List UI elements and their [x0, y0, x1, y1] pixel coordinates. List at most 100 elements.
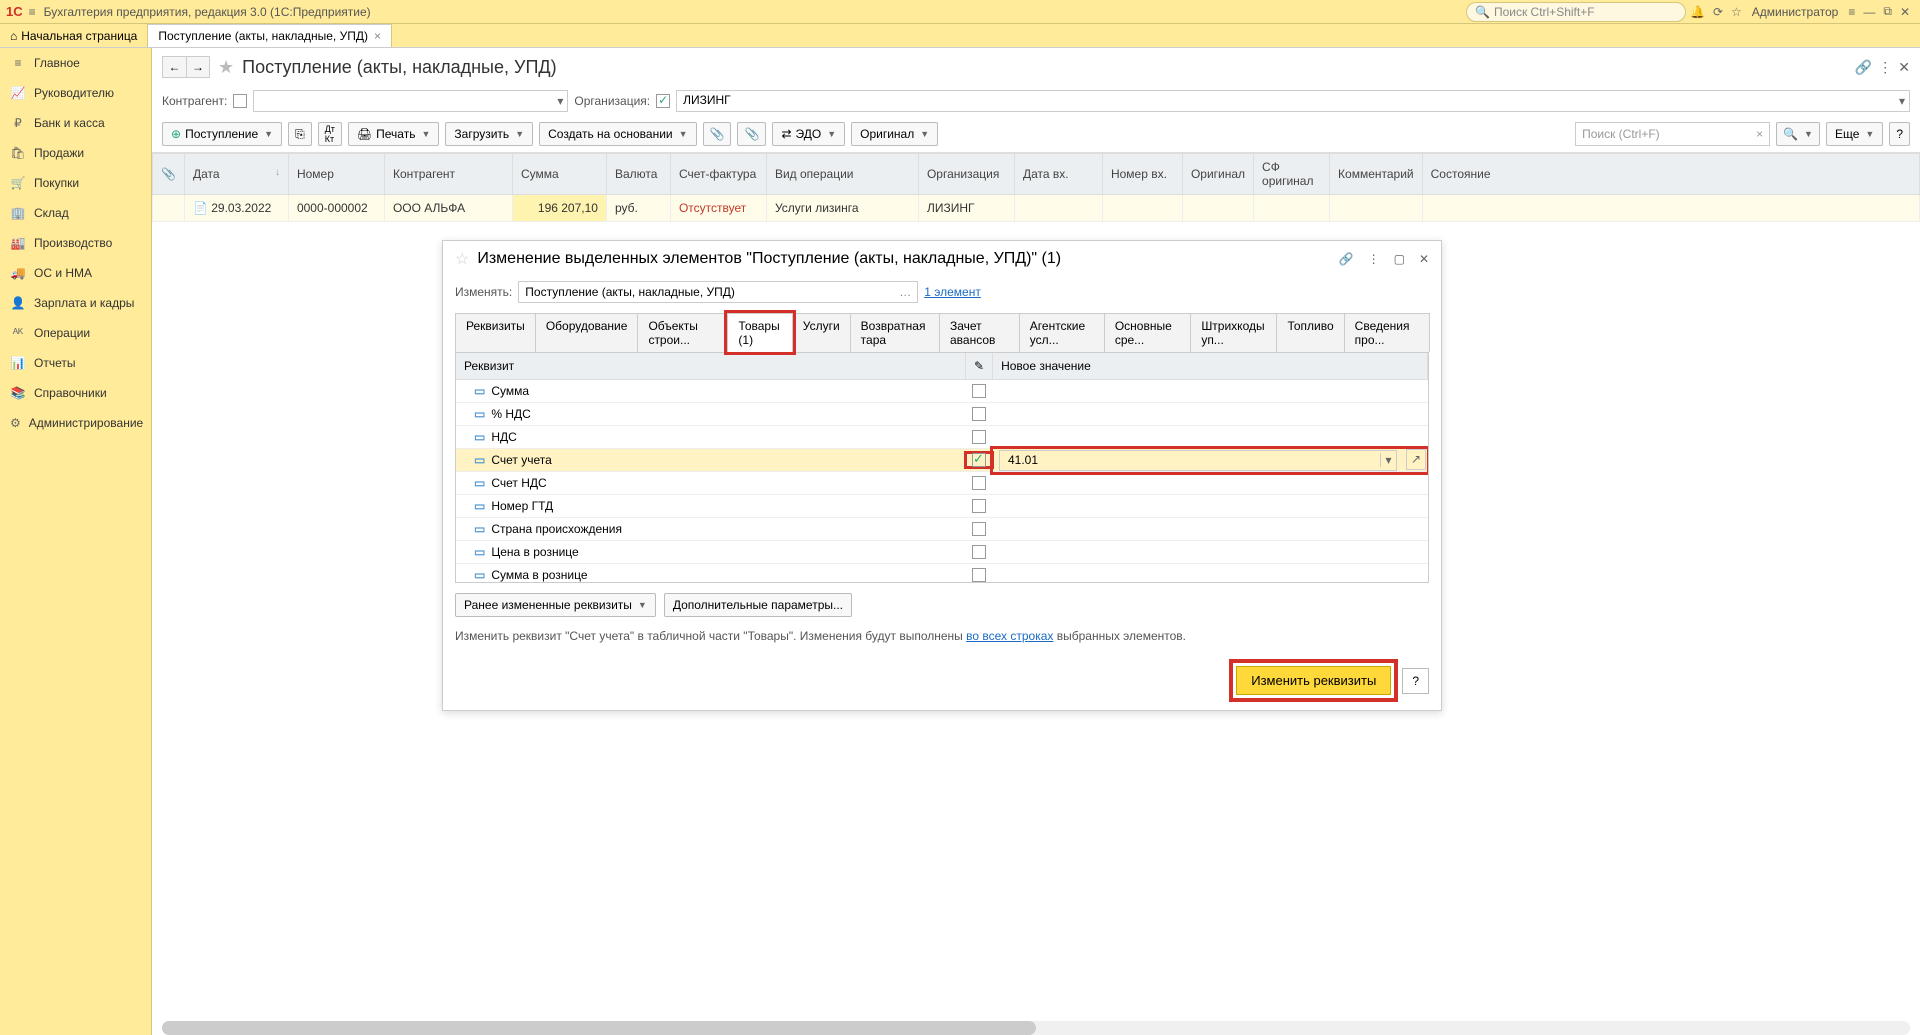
col-state[interactable]: Состояние — [1422, 154, 1919, 195]
star-icon[interactable]: ☆ — [1731, 5, 1742, 19]
panel-maximize-icon[interactable]: ▢ — [1394, 252, 1405, 266]
history-icon[interactable]: ⟳ — [1713, 5, 1723, 19]
favorite-icon[interactable]: ★ — [218, 57, 234, 78]
sidebar-item-assets[interactable]: 🚚ОС и НМА — [0, 258, 151, 288]
nav-back-button[interactable]: ← — [162, 56, 186, 78]
sidebar-item-warehouse[interactable]: 🏢Склад — [0, 198, 151, 228]
help-button[interactable]: ? — [1889, 122, 1910, 146]
row-checkbox[interactable] — [972, 499, 986, 513]
grid-col-newvalue[interactable]: Новое значение — [993, 353, 1428, 379]
tab-barcodes[interactable]: Штрихкоды уп... — [1190, 313, 1277, 352]
grid-row[interactable]: ▭% НДС — [456, 403, 1428, 426]
row-checkbox[interactable] — [972, 545, 986, 559]
col-clip[interactable]: 📎 — [153, 154, 185, 195]
dropdown-icon[interactable]: ▾ — [1380, 453, 1396, 467]
more-icon[interactable]: ⋮ — [1878, 59, 1892, 76]
settings-icon[interactable]: ≡ — [1848, 5, 1855, 19]
previous-changes-button[interactable]: Ранее измененные реквизиты▼ — [455, 593, 656, 617]
tab-home[interactable]: ⌂ Начальная страница — [0, 24, 148, 47]
tab-close-icon[interactable]: × — [374, 29, 381, 43]
col-sf-original[interactable]: СФ оригинал — [1254, 154, 1330, 195]
change-type-field[interactable]: Поступление (акты, накладные, УПД)… — [518, 281, 918, 303]
scrollbar-thumb[interactable] — [162, 1021, 1036, 1035]
grid-row[interactable]: ▭НДС — [456, 426, 1428, 449]
print-button[interactable]: 🖨Печать▼ — [348, 122, 439, 146]
dtkt-button[interactable]: ДтКт — [318, 122, 342, 146]
page-close-icon[interactable]: ✕ — [1898, 59, 1910, 76]
grid-row-selected[interactable]: ▭Счет учета 41.01▾ ↗ — [456, 449, 1428, 472]
table-row[interactable]: 📄 29.03.2022 0000-000002 ООО АЛЬФА 196 2… — [153, 195, 1920, 222]
row-checkbox[interactable] — [972, 522, 986, 536]
col-date[interactable]: Дата↓ — [184, 154, 288, 195]
grid-row[interactable]: ▭Сумма в рознице — [456, 564, 1428, 583]
row-checkbox[interactable] — [972, 453, 986, 467]
sidebar-item-production[interactable]: 🏭Производство — [0, 228, 151, 258]
create-on-basis-button[interactable]: Создать на основании▼ — [539, 122, 696, 146]
minimize-icon[interactable]: — — [1863, 5, 1875, 19]
sidebar-item-admin[interactable]: ⚙Администрирование — [0, 408, 151, 438]
count-link[interactable]: 1 элемент — [924, 285, 981, 299]
sidebar-item-hr[interactable]: 👤Зарплата и кадры — [0, 288, 151, 318]
tab-receipts[interactable]: Поступление (акты, накладные, УПД) × — [148, 24, 392, 47]
sidebar-item-manager[interactable]: 📈Руководителю — [0, 78, 151, 108]
edo-button[interactable]: ⇄ЭДО▼ — [772, 122, 845, 146]
tab-equipment[interactable]: Оборудование — [535, 313, 639, 352]
receipt-button[interactable]: ⊕Поступление▼ — [162, 122, 282, 146]
apply-button[interactable]: Изменить реквизиты — [1236, 666, 1391, 695]
row-checkbox[interactable] — [972, 568, 986, 582]
panel-favorite-icon[interactable]: ☆ — [455, 249, 469, 269]
col-comment[interactable]: Комментарий — [1330, 154, 1423, 195]
link-icon[interactable]: 🔗 — [1855, 59, 1872, 76]
value-input[interactable]: 41.01▾ — [999, 450, 1397, 471]
col-currency[interactable]: Валюта — [606, 154, 670, 195]
more-button[interactable]: Еще▼ — [1826, 122, 1883, 146]
filter-contragent-checkbox[interactable] — [233, 94, 247, 108]
nav-forward-button[interactable]: → — [186, 56, 210, 78]
col-num-in[interactable]: Номер вх. — [1102, 154, 1182, 195]
panel-link-icon[interactable]: 🔗 — [1339, 252, 1354, 266]
tab-services[interactable]: Услуги — [792, 313, 851, 352]
row-checkbox[interactable] — [972, 476, 986, 490]
tab-build-objects[interactable]: Объекты строи... — [637, 313, 728, 352]
table-search-input[interactable]: Поиск (Ctrl+F)× — [1575, 122, 1770, 146]
row-checkbox[interactable] — [972, 430, 986, 444]
panel-help-button[interactable]: ? — [1402, 668, 1429, 694]
open-ref-button[interactable]: ↗ — [1406, 449, 1426, 470]
panel-close-icon[interactable]: ✕ — [1419, 252, 1429, 266]
global-search-input[interactable]: 🔍 Поиск Ctrl+Shift+F — [1466, 2, 1686, 22]
col-original[interactable]: Оригинал — [1182, 154, 1253, 195]
close-icon[interactable]: ✕ — [1900, 5, 1910, 19]
sidebar-item-reports[interactable]: 📊Отчеты — [0, 348, 151, 378]
bell-icon[interactable]: 🔔 — [1690, 5, 1705, 19]
main-menu-icon[interactable]: ≡ — [29, 5, 36, 19]
grid-row[interactable]: ▭Номер ГТД — [456, 495, 1428, 518]
row-checkbox[interactable] — [972, 407, 986, 421]
grid-row[interactable]: ▭Цена в рознице — [456, 541, 1428, 564]
tab-tracking[interactable]: Сведения про... — [1344, 313, 1430, 352]
tab-returnable[interactable]: Возвратная тара — [850, 313, 940, 352]
grid-col-attribute[interactable]: Реквизит — [456, 353, 966, 379]
ellipsis-icon[interactable]: … — [899, 285, 911, 299]
col-org[interactable]: Организация — [918, 154, 1014, 195]
tab-advance[interactable]: Зачет авансов — [939, 313, 1020, 352]
find-button[interactable]: 🔍▼ — [1776, 122, 1820, 146]
row-checkbox[interactable] — [972, 384, 986, 398]
grid-row[interactable]: ▭Страна происхождения — [456, 518, 1428, 541]
filter-contragent-combo[interactable] — [253, 90, 568, 112]
tab-requisites[interactable]: Реквизиты — [455, 313, 536, 352]
filter-org-combo[interactable]: ЛИЗИНГ — [676, 90, 1910, 112]
col-sum[interactable]: Сумма — [512, 154, 606, 195]
all-rows-link[interactable]: во всех строках — [966, 629, 1053, 643]
tab-agent[interactable]: Агентские усл... — [1019, 313, 1105, 352]
sidebar-item-directories[interactable]: 📚Справочники — [0, 378, 151, 408]
col-number[interactable]: Номер — [288, 154, 384, 195]
filter-org-checkbox[interactable] — [656, 94, 670, 108]
col-optype[interactable]: Вид операции — [766, 154, 918, 195]
tab-fixed-assets[interactable]: Основные сре... — [1104, 313, 1192, 352]
sidebar-item-purchases[interactable]: 🛒Покупки — [0, 168, 151, 198]
related-button[interactable]: 📎 — [703, 122, 732, 146]
restore-icon[interactable]: ⧉ — [1883, 4, 1892, 19]
load-button[interactable]: Загрузить▼ — [445, 122, 533, 146]
clear-icon[interactable]: × — [1756, 127, 1763, 141]
copy-button[interactable]: ⎘ — [288, 122, 312, 146]
